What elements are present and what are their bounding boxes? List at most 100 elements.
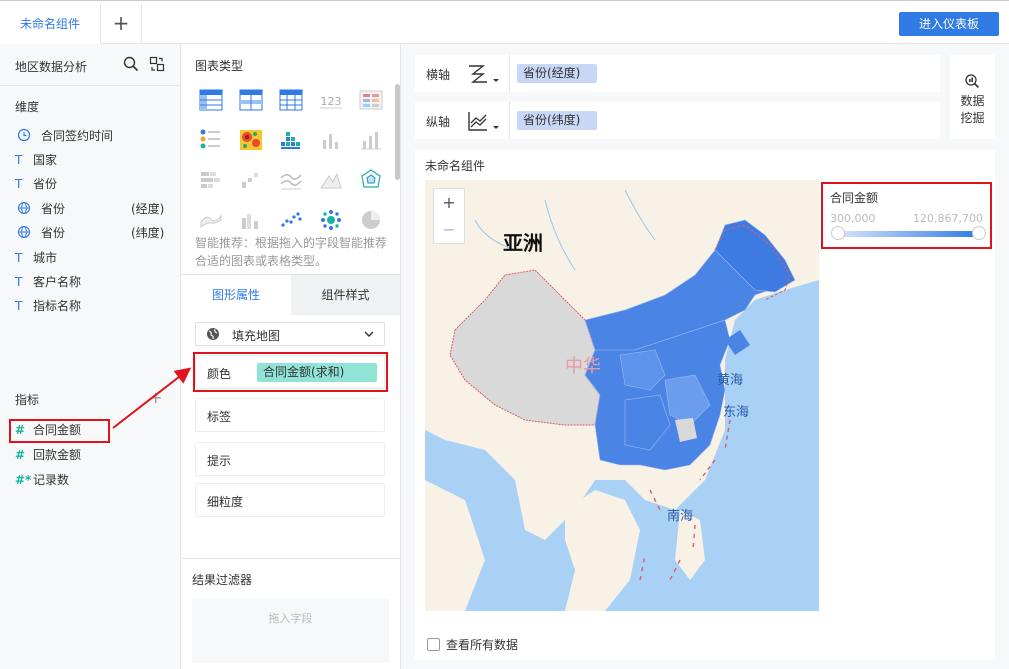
field-name: 城市 [33,251,58,265]
tooltip-label: 提示 [207,454,232,468]
field-name: 省份 [33,177,58,191]
dimension-field-province[interactable]: T 省份 [15,174,175,194]
radar-chart-icon[interactable] [359,168,383,192]
tab-shape-properties[interactable]: 图形属性 [181,274,291,315]
axis-type-icon[interactable] [467,63,499,85]
zoom-out-button[interactable]: − [434,216,464,243]
dimension-field-contract-time[interactable]: 合同签约时间 [15,126,175,146]
metric-field-record-count[interactable]: #* 记录数 [15,470,175,490]
zoom-in-button[interactable]: + [434,189,464,216]
line-chart-icon[interactable] [279,168,303,192]
dimension-field-customer[interactable]: T 客户名称 [15,272,175,292]
divider [181,558,400,559]
stacked-bar-icon[interactable] [199,168,223,192]
see-all-label: 查看所有数据 [446,638,519,652]
add-metric-button[interactable]: + [149,388,162,407]
dot-matrix-icon[interactable] [279,128,303,152]
tab-unnamed-widget[interactable]: 未命名组件 [0,4,101,44]
clock-icon [17,128,31,142]
chart-type-title: 图表类型 [195,59,244,73]
dimension-field-province-lng[interactable]: 省份 (经度) [15,199,175,219]
map-label-east-sea: 东海 [723,404,749,419]
field-name: 客户名称 [33,275,82,289]
field-name: 回款金额 [33,448,82,462]
text-type-icon: T [15,275,23,289]
add-tab-button[interactable]: + [101,4,142,44]
dimension-field-province-lat[interactable]: 省份 (纬度) [15,223,175,243]
data-mining-label: 数据 挖掘 [950,93,995,127]
y-axis-field-pill[interactable]: 省份(纬度) [517,111,597,130]
kpi-icon[interactable] [359,88,383,112]
number-card-icon[interactable]: 123 [319,88,343,112]
map-type-select[interactable]: 填充地图 [195,322,385,346]
bar-chart-icon[interactable] [319,128,343,152]
divider [0,85,180,86]
highlight-box-color [193,352,388,392]
field-suffix: (纬度) [131,226,165,240]
granularity-label: 细粒度 [207,495,244,509]
axis-type-icon[interactable] [467,110,499,132]
field-name: 省份 [41,226,66,240]
highlight-box-legend [821,182,992,249]
label-property[interactable]: 标签 [195,398,385,432]
tab-component-style[interactable]: 组件样式 [291,274,400,315]
group-table-icon[interactable] [239,88,263,112]
checkbox-box[interactable] [427,638,440,651]
see-all-data-checkbox[interactable]: 查看所有数据 [427,636,518,653]
range-area-icon[interactable] [199,208,223,232]
dimension-field-indicator[interactable]: T 指标名称 [15,296,175,316]
enter-dashboard-button[interactable]: 进入仪表板 [899,12,999,36]
map-label-south-sea: 南海 [667,508,693,523]
text-type-icon: T [15,299,23,313]
switch-dataset-icon[interactable] [149,56,165,72]
map-canvas: 亚洲 中华 黄海 东海 南海 [425,180,819,611]
number-icon-text: 123 [321,95,342,108]
y-axis-label: 纵轴 [426,115,451,129]
pie-chart-icon[interactable] [359,208,383,232]
dimension-field-country[interactable]: T 国家 [15,150,175,170]
map-zoom-control: + − [433,188,465,244]
bubble-chart-icon[interactable] [319,208,343,232]
land-region [425,480,485,611]
grouped-column-icon[interactable] [239,208,263,232]
result-filter-title: 结果过滤器 [192,573,253,587]
data-mining-button[interactable]: 数据 挖掘 [950,55,995,139]
metric-section-label: 指标 [15,393,40,407]
area-chart-icon[interactable] [319,168,343,192]
search-icon[interactable] [123,56,139,72]
column-chart-icon[interactable] [359,128,383,152]
smart-recommend-tip: 智能推荐：根据拖入的字段智能推荐合适的图表或表格类型。 [195,236,388,268]
y-axis-row: 纵轴 省份(纬度) [415,102,940,139]
map-label-asia: 亚洲 [503,232,543,255]
field-name: 指标名称 [33,299,82,313]
scatter-table-icon[interactable] [199,128,223,152]
dimension-field-city[interactable]: T 城市 [15,248,175,268]
map-label-yellow-sea: 黄海 [717,372,743,387]
data-mining-line2: 挖掘 [960,111,985,125]
field-name: 记录数 [33,473,70,487]
tooltip-property[interactable]: 提示 [195,442,385,476]
data-mining-icon [965,74,980,89]
x-axis-field-pill[interactable]: 省份(经度) [517,64,597,83]
chevron-down-icon [364,331,374,337]
top-bar: 未命名组件 + 进入仪表板 [0,0,1009,44]
globe-icon [207,328,219,340]
heatmap-icon[interactable] [239,128,263,152]
widget-title: 未命名组件 [425,159,486,173]
granularity-property[interactable]: 细粒度 [195,483,385,517]
map-type-value: 填充地图 [232,329,281,343]
dataset-title: 地区数据分析 [15,60,88,74]
hash-star-icon: #* [15,473,32,487]
scatter-chart-icon[interactable] [279,208,303,232]
table-icon[interactable] [199,88,223,112]
land-region [565,490,640,611]
text-type-icon: T [15,153,23,167]
china-fill-map[interactable]: 亚洲 中华 黄海 东海 南海 + − [425,180,819,611]
data-panel: 地区数据分析 维度 合同签约时间 T 国家 T 省份 省份 (经度) 省份 (纬度) T… [0,44,181,669]
filter-drop-zone[interactable]: 拖入字段 [192,599,389,663]
chart-type-scrollbar[interactable] [395,84,400,180]
waterfall-icon[interactable] [239,168,263,192]
detail-table-icon[interactable] [279,88,303,112]
metric-field-payment-amount[interactable]: # 回款金额 [15,445,175,465]
hash-icon: # [15,448,26,462]
